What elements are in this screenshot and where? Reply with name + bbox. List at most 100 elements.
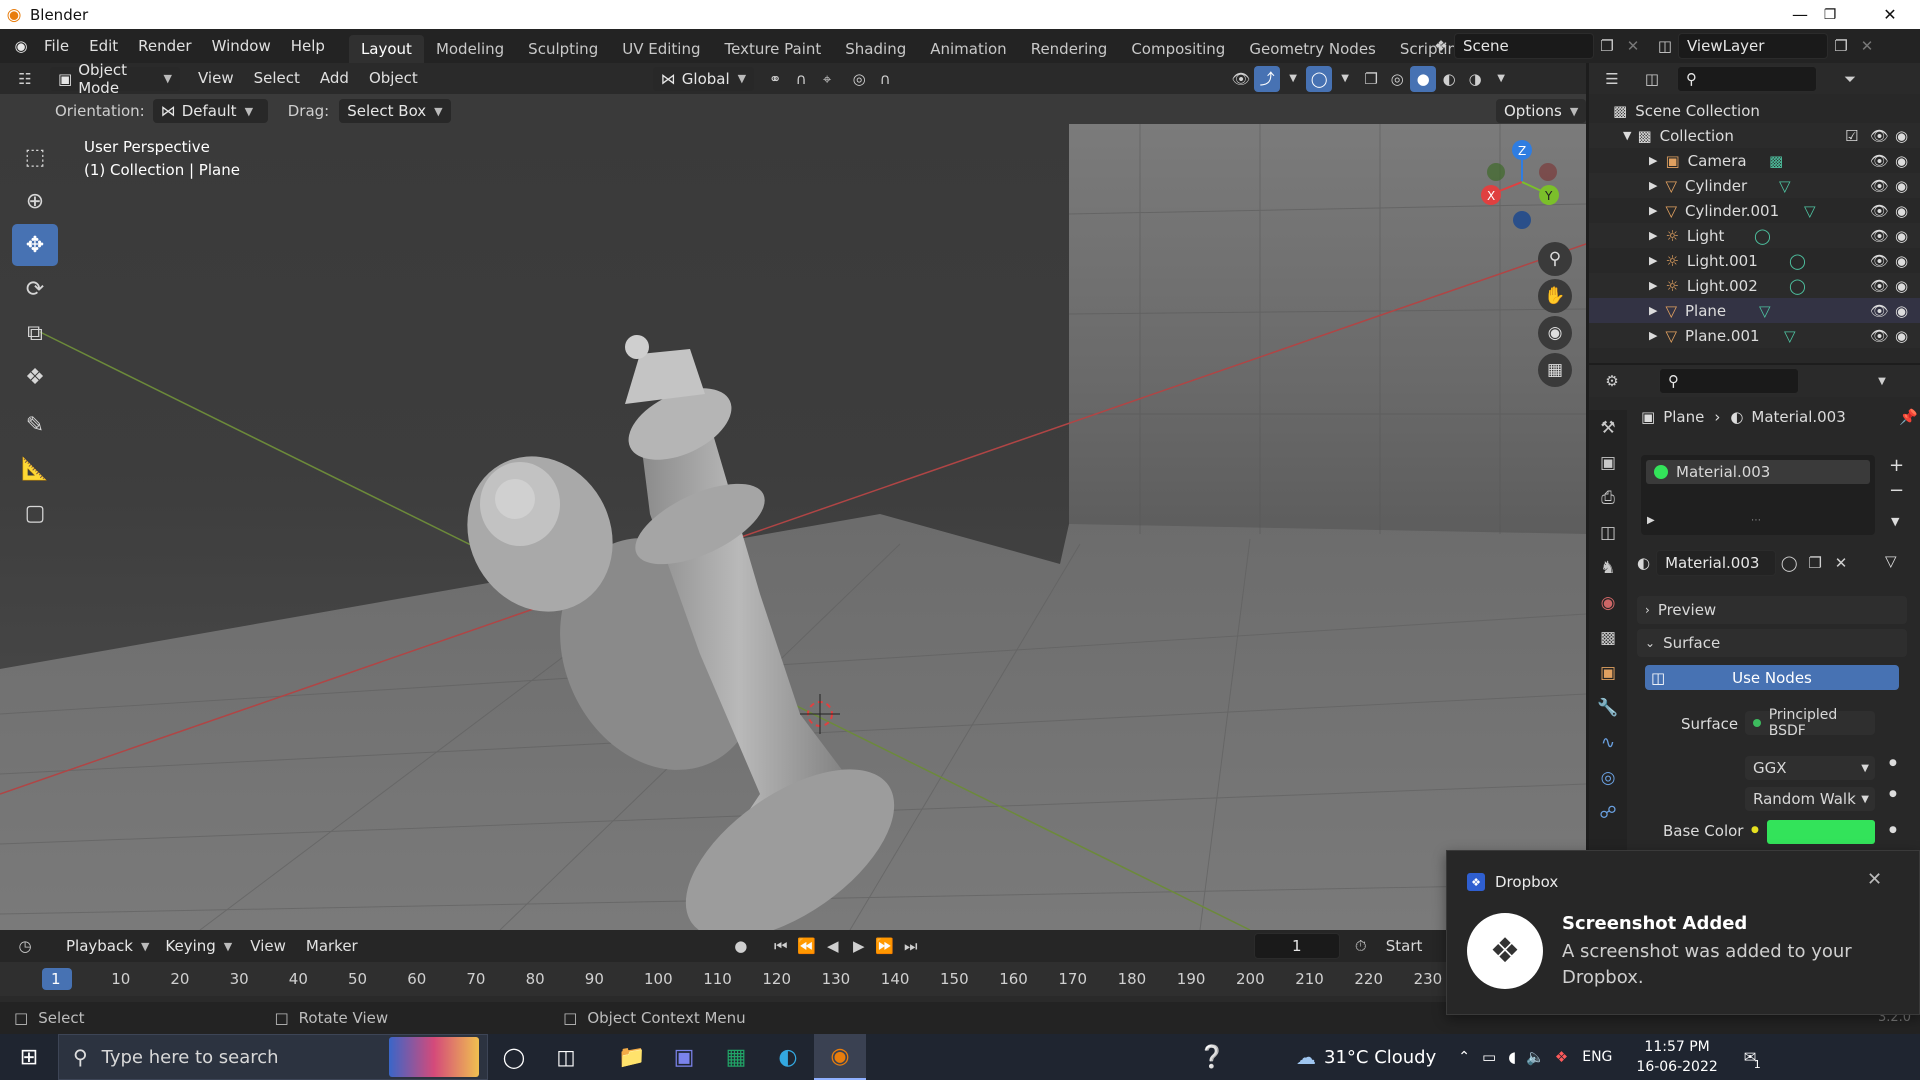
outliner-row-light[interactable]: ▶ ☼ Light ◯ 👁 ◉ [1589, 223, 1920, 248]
rendered-shading-icon[interactable]: ◑ [1462, 66, 1488, 92]
output-tab-icon[interactable]: ⎙ [1589, 480, 1627, 515]
slot-specials-icon[interactable]: ▼ [1891, 515, 1899, 528]
view-layer-field[interactable]: ViewLayer [1678, 33, 1828, 59]
cursor-tool-icon[interactable]: ⊕ [12, 180, 58, 222]
material-datablock[interactable]: ◐ Material.003 ◯ ❐ ✕ [1637, 550, 1877, 576]
view-layer-tab-icon[interactable]: ◫ [1589, 515, 1627, 550]
tab-texture-paint[interactable]: Texture Paint [712, 35, 833, 63]
surface-panel-header[interactable]: ⌄ Surface [1637, 629, 1907, 657]
editor-type-icon[interactable]: ☷ [12, 66, 38, 92]
eye-icon[interactable]: 👁 [1870, 202, 1889, 220]
physics-tab-icon[interactable]: ◎ [1589, 760, 1627, 795]
scale-tool-icon[interactable]: ⧉ [12, 312, 58, 354]
viewport-menu-select[interactable]: Select [244, 63, 310, 94]
properties-editor-type-icon[interactable]: ⚙ [1599, 368, 1625, 394]
distribution-dropdown[interactable]: GGX ▼ [1745, 756, 1875, 780]
new-scene-icon[interactable]: ❐ [1594, 33, 1620, 59]
material-slots-list[interactable]: Material.003 ▶ ⋯ [1641, 455, 1875, 535]
battery-icon[interactable]: ▭ [1482, 1048, 1496, 1066]
viewport-menu-view[interactable]: View [188, 63, 244, 94]
chevron-down-icon[interactable]: ▼ [1280, 66, 1306, 92]
collection-tab-icon[interactable]: ▩ [1589, 620, 1627, 655]
play-reverse-icon[interactable]: ◀ [820, 933, 846, 959]
new-view-layer-icon[interactable]: ❐ [1828, 33, 1854, 59]
close-notification-icon[interactable]: ✕ [1867, 869, 1882, 890]
drag-dropdown[interactable]: Select Box ▼ [339, 99, 451, 123]
material-name-field[interactable]: Material.003 [1656, 550, 1777, 576]
scene-field[interactable]: Scene [1454, 33, 1594, 59]
add-cube-tool-icon[interactable]: ▢ [12, 492, 58, 534]
chevron-down-icon[interactable]: ▼ [1488, 66, 1514, 92]
transform-tool-icon[interactable]: ❖ [12, 356, 58, 398]
language-indicator[interactable]: ENG [1582, 1049, 1612, 1065]
mode-dropdown[interactable]: ▣ Object Mode ▼ [50, 61, 180, 97]
add-slot-button[interactable]: + [1889, 455, 1904, 476]
outliner-row-scene-collection[interactable]: ▩ Scene Collection [1589, 98, 1920, 123]
timeline-editor-type-icon[interactable]: ◷ [12, 933, 38, 959]
menu-render[interactable]: Render [128, 29, 201, 63]
outliner-row-light-002[interactable]: ▶ ☼ Light.002 ◯ 👁 ◉ [1589, 273, 1920, 298]
chevron-down-icon[interactable]: ▼ [1869, 368, 1895, 394]
jump-to-start-icon[interactable]: ⏮ [768, 933, 794, 959]
stopwatch-icon[interactable]: ⏱ [1348, 933, 1374, 959]
current-frame-field[interactable]: 1 [1253, 933, 1340, 959]
properties-search-input[interactable]: ⚲ [1659, 368, 1799, 394]
pivot-point-icon[interactable]: ⚭ [762, 66, 788, 92]
tab-sculpting[interactable]: Sculpting [516, 35, 610, 63]
wireframe-shading-icon[interactable]: ◎ [1384, 66, 1410, 92]
options-dropdown[interactable]: Options ▼ [1496, 99, 1586, 123]
base-color-swatch[interactable] [1767, 820, 1875, 844]
material-shading-icon[interactable]: ◐ [1436, 66, 1462, 92]
camera-render-icon[interactable]: ◉ [1895, 127, 1908, 145]
camera-view-icon[interactable]: ◉ [1538, 316, 1572, 350]
expand-arrow-icon[interactable]: ▶ [1647, 515, 1655, 526]
3d-viewport[interactable]: Orientation: ⋈ Default ▼ Drag: Select Box ▼… [0, 94, 1586, 930]
play-icon[interactable]: ▶ [846, 933, 872, 959]
falloff-icon[interactable]: ∩ [872, 66, 898, 92]
delete-view-layer-icon[interactable]: ✕ [1854, 33, 1880, 59]
snap-target-icon[interactable]: ⌖ [814, 66, 840, 92]
measure-tool-icon[interactable]: 📐 [12, 448, 58, 490]
view-layer-browse-icon[interactable]: ◫ [1652, 33, 1678, 59]
eye-icon[interactable]: 👁 [1870, 277, 1889, 295]
show-hidden-icons-chevron-icon[interactable]: ⌃ [1458, 1049, 1470, 1065]
outliner-row-camera[interactable]: ▶ ▣ Camera ▩ 👁 ◉ [1589, 148, 1920, 173]
remove-slot-button[interactable]: − [1889, 480, 1904, 501]
tab-shading[interactable]: Shading [833, 35, 918, 63]
eye-icon[interactable]: 👁 [1870, 177, 1889, 195]
cortana-icon[interactable]: ◯ [488, 1034, 540, 1080]
particles-tab-icon[interactable]: ∿ [1589, 725, 1627, 760]
scene-browse-icon[interactable]: ❖ [1428, 33, 1454, 59]
keyframe-dot-icon[interactable]: ● [1889, 758, 1897, 768]
xray-icon[interactable]: ❐ [1358, 66, 1384, 92]
delete-scene-icon[interactable]: ✕ [1620, 33, 1646, 59]
eye-icon[interactable]: 👁 [1870, 152, 1889, 170]
tab-layout[interactable]: Layout [348, 35, 424, 63]
eye-icon[interactable]: 👁 [1870, 127, 1889, 145]
record-keyframes-icon[interactable]: ● [728, 933, 754, 959]
surface-shader-field[interactable]: Principled BSDF [1745, 707, 1875, 739]
constraints-tab-icon[interactable]: ☍ [1589, 795, 1627, 830]
excel-icon[interactable]: ▦ [710, 1034, 762, 1080]
unlink-material-icon[interactable]: ✕ [1828, 550, 1854, 576]
eye-icon[interactable]: 👁 [1870, 327, 1889, 345]
use-nodes-button[interactable]: ◫ Use Nodes [1645, 665, 1899, 690]
jump-to-keyframe-forward-icon[interactable]: ⏩ [872, 933, 898, 959]
duplicate-material-icon[interactable]: ❐ [1802, 550, 1828, 576]
camera-render-icon[interactable]: ◉ [1895, 327, 1908, 345]
outliner-row-collection[interactable]: ▼ ▩ Collection ☑ 👁 ◉ [1589, 123, 1920, 148]
help-icon[interactable]: ❔ [1186, 1034, 1238, 1080]
gizmo-toggle-icon[interactable]: ⤴ [1254, 65, 1281, 92]
tab-modeling[interactable]: Modeling [424, 35, 516, 63]
camera-render-icon[interactable]: ◉ [1895, 202, 1908, 220]
camera-render-icon[interactable]: ◉ [1895, 177, 1908, 195]
checkbox-icon[interactable]: ☑ [1845, 127, 1858, 145]
outliner-row-cylinder[interactable]: ▶ ▽ Cylinder ▽ 👁 ◉ [1589, 173, 1920, 198]
weather-text[interactable]: 31°C Cloudy [1324, 1047, 1436, 1068]
scene-tab-icon[interactable]: ♞ [1589, 550, 1627, 585]
orientation-dropdown[interactable]: ⋈ Default ▼ [152, 99, 268, 123]
tab-uv-editing[interactable]: UV Editing [610, 35, 712, 63]
file-explorer-icon[interactable]: 📁 [606, 1034, 658, 1080]
clock[interactable]: 11:57 PM 16-06-2022 [1636, 1037, 1717, 1077]
world-tab-icon[interactable]: ◉ [1589, 585, 1627, 620]
